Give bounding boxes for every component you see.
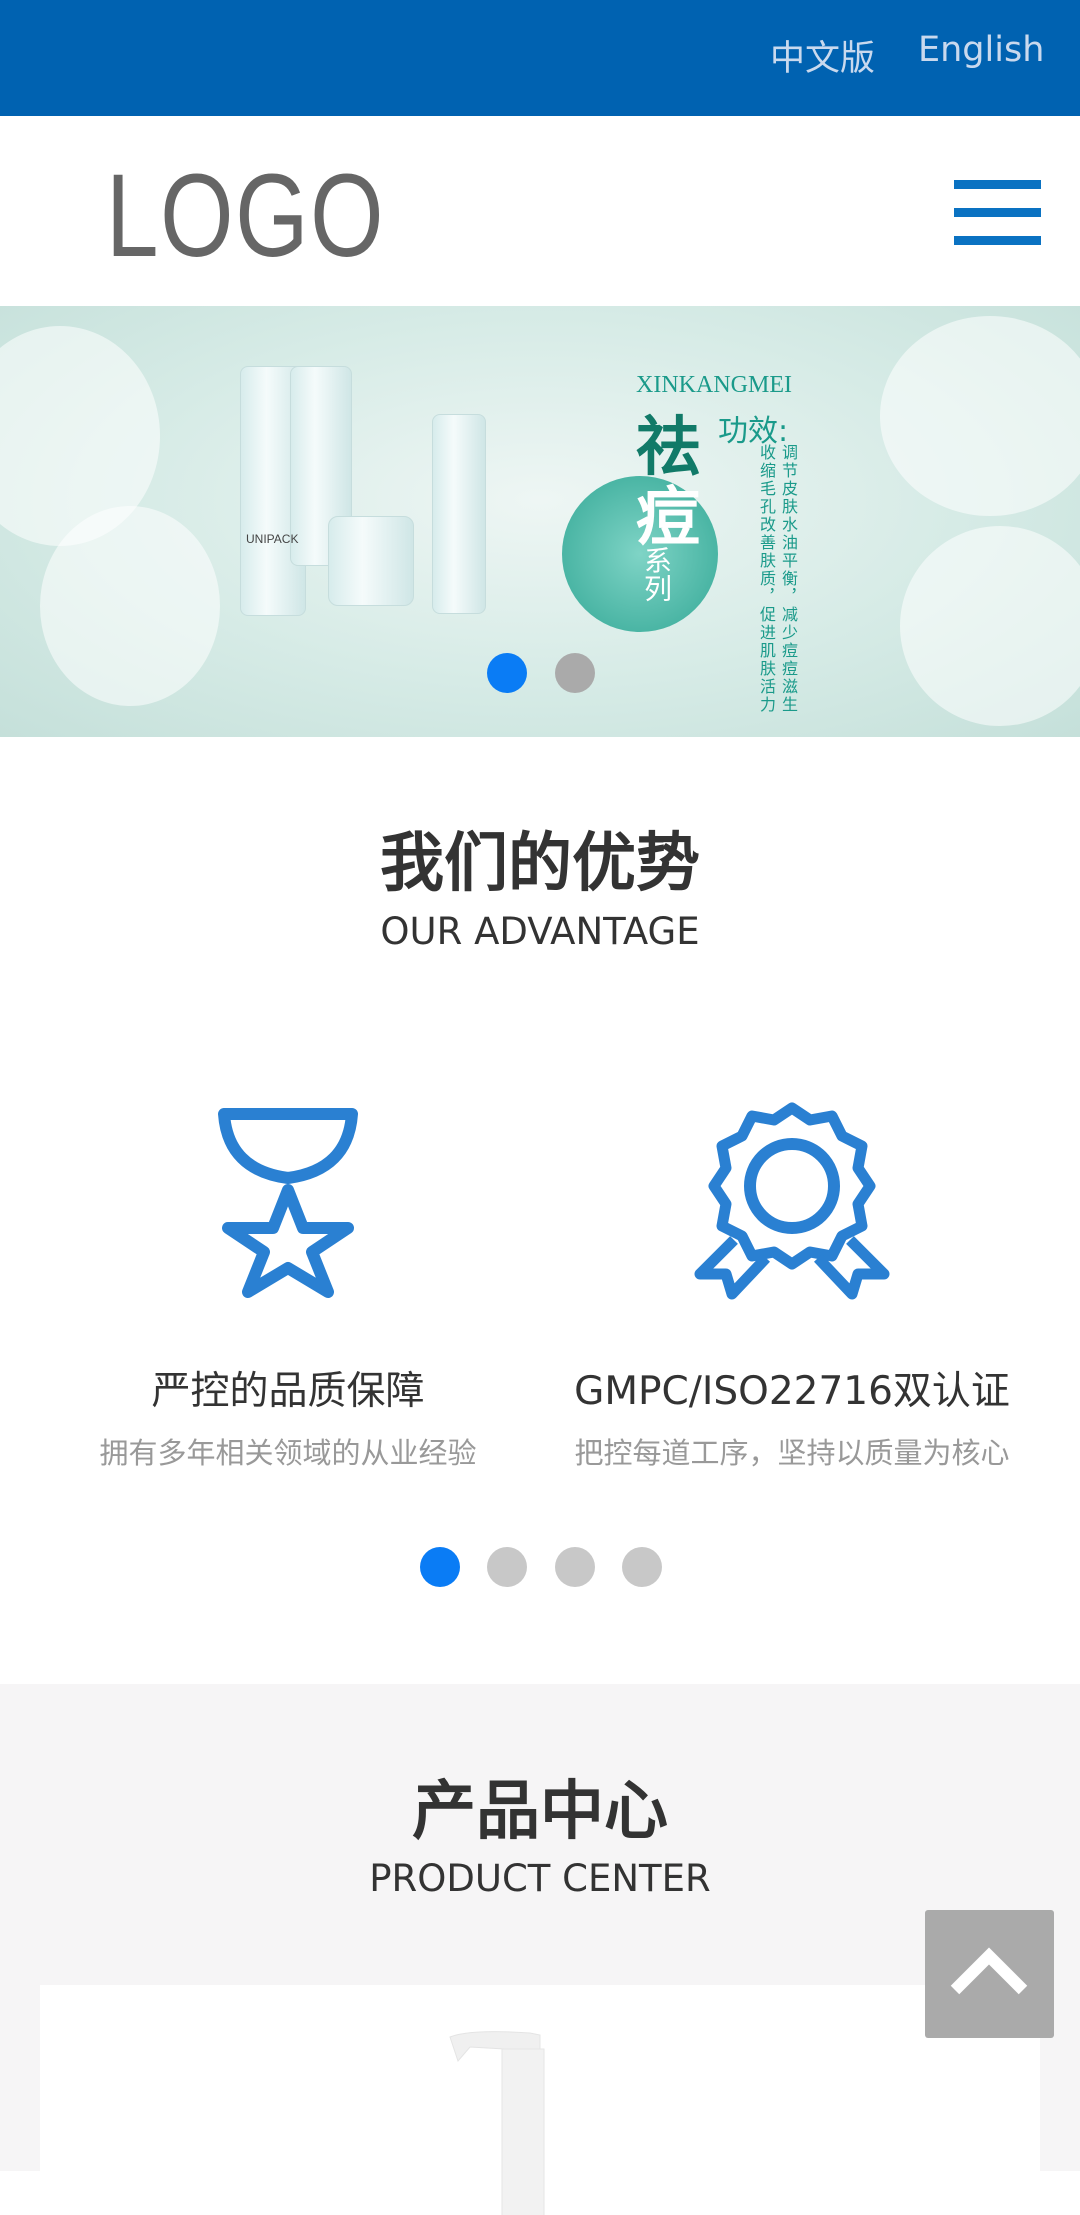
medal-star-icon [218, 1108, 358, 1298]
advantage-item-desc: 把控每道工序，坚持以质量为核心 [574, 1436, 1010, 1470]
back-to-top-button[interactable] [925, 1910, 1054, 2038]
hero-banner[interactable]: UNIPACK XINKANGMEI 祛 痘 系列 功效: 调节皮肤水油平衡，减… [0, 306, 1080, 737]
banner-effect-text: 调节皮肤水油平衡，减少痘痘滋生 [779, 444, 798, 714]
advantage-dot[interactable] [622, 1547, 662, 1587]
advantage-title: 我们的优势 [380, 827, 700, 901]
advantage-dot-active[interactable] [420, 1547, 460, 1587]
lang-chinese-link[interactable]: 中文版 [770, 30, 875, 81]
products-title: 产品中心 [412, 1775, 668, 1849]
advantage-subtitle: OUR ADVANTAGE [380, 910, 700, 953]
hamburger-icon[interactable] [954, 180, 1041, 245]
header: LOGO [0, 116, 1080, 306]
advantage-item[interactable]: 严控的品质保障 拥有多年相关领域的从业经验 [36, 1100, 540, 1472]
carousel-dot-active[interactable] [487, 653, 527, 693]
advantage-item[interactable]: GMPC/ISO22716双认证 把控每道工序，坚持以质量为核心 [540, 1100, 1044, 1472]
product-brand-label: UNIPACK [246, 532, 299, 546]
advantage-item-title: 严控的品质保障 [151, 1369, 425, 1414]
carousel-dot[interactable] [555, 653, 595, 693]
lang-english-link[interactable]: English [918, 30, 1044, 70]
advantage-dot[interactable] [487, 1547, 527, 1587]
advantage-item-title: GMPC/ISO22716双认证 [574, 1369, 1010, 1414]
chevron-up-icon [950, 1947, 1028, 1995]
product-card[interactable] [40, 1985, 1040, 2215]
product-center-section: 产品中心 PRODUCT CENTER [0, 1684, 1080, 2215]
award-ribbon-icon [694, 1102, 890, 1300]
top-bar: 中文版 English [0, 0, 1080, 116]
logo[interactable]: LOGO [106, 148, 385, 284]
banner-effect-text: 收缩毛孔改善肤质，促进肌肤活力 [757, 444, 776, 714]
product-image [449, 2031, 545, 2215]
banner-char: 痘 [636, 480, 700, 555]
advantage-item-desc: 拥有多年相关领域的从业经验 [99, 1436, 477, 1470]
banner-series: 系列 [640, 546, 673, 602]
advantage-dot[interactable] [555, 1547, 595, 1587]
banner-brand: XINKANGMEI [636, 372, 792, 398]
products-subtitle: PRODUCT CENTER [369, 1857, 711, 1900]
